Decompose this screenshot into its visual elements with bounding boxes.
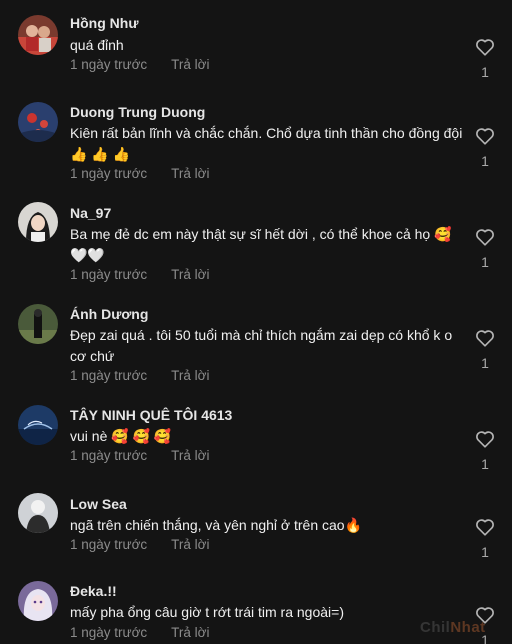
comment-time: 1 ngày trước [70, 267, 148, 282]
heart-icon[interactable] [475, 38, 495, 56]
reply-button[interactable]: Trả lời [171, 625, 209, 640]
comment-time: 1 ngày trước [70, 57, 148, 72]
comment-meta: 1 ngày trước Trả lời [70, 448, 210, 463]
like-count: 1 [481, 153, 489, 169]
like-count: 1 [481, 456, 489, 472]
avatar[interactable] [18, 202, 58, 242]
comment-time: 1 ngày trước [70, 625, 148, 640]
comment-username[interactable]: Na_97 [70, 205, 111, 221]
like-button[interactable]: 1 [472, 518, 498, 560]
reply-button[interactable]: Trả lời [171, 267, 209, 282]
avatar[interactable] [18, 102, 58, 142]
like-count: 1 [481, 355, 489, 371]
like-button[interactable]: 1 [472, 329, 498, 371]
comment-text: quá đỉnh [70, 37, 124, 53]
watermark: ChilNhat [420, 619, 486, 636]
reply-button[interactable]: Trả lời [171, 368, 209, 383]
reply-button[interactable]: Trả lời [171, 537, 209, 552]
avatar[interactable] [18, 581, 58, 621]
comment-time: 1 ngày trước [70, 448, 148, 463]
comment-username[interactable]: Low Sea [70, 496, 127, 512]
comments-panel: Hồng Như quá đỉnh 1 ngày trước Trả lời 1 … [0, 0, 512, 644]
heart-icon[interactable] [475, 228, 495, 246]
comment-time: 1 ngày trước [70, 537, 148, 552]
comment-meta: 1 ngày trước Trả lời [70, 57, 210, 72]
comment-time: 1 ngày trước [70, 166, 148, 181]
like-button[interactable]: 1 [472, 430, 498, 472]
comment-meta: 1 ngày trước Trả lời [70, 625, 210, 640]
like-count: 1 [481, 64, 489, 80]
comment-meta: 1 ngày trước Trả lời [70, 368, 210, 383]
heart-icon[interactable] [475, 329, 495, 347]
comment-text: vui nè 🥰 🥰 🥰 [70, 428, 172, 444]
comment-username[interactable]: Hồng Như [70, 15, 138, 31]
comment-time: 1 ngày trước [70, 368, 148, 383]
comment-text: mấy pha ổng câu giờ t rớt trái tim ra ng… [70, 604, 344, 620]
reply-button[interactable]: Trả lời [171, 57, 209, 72]
avatar[interactable] [18, 15, 58, 55]
like-count: 1 [481, 544, 489, 560]
comment-username[interactable]: Duong Trung Duong [70, 104, 205, 120]
avatar[interactable] [18, 405, 58, 445]
watermark-part2: Nhat [450, 619, 486, 636]
like-button[interactable]: 1 [472, 127, 498, 169]
watermark-part1: Chil [420, 619, 451, 636]
comment-text: Kiên rất bản lĩnh và chắc chắn. Chổ dựa … [70, 125, 463, 162]
reply-button[interactable]: Trả lời [171, 166, 209, 181]
comment-text: Đẹp zai quá . tôi 50 tuổi mà chỉ thích n… [70, 327, 453, 364]
like-button[interactable]: 1 [472, 38, 498, 80]
comment-username[interactable]: Đeka.!! [70, 583, 117, 599]
comment-username[interactable]: Ánh Dương [70, 306, 148, 322]
avatar[interactable] [18, 304, 58, 344]
comment-username[interactable]: TÂY NINH QUÊ TÔI 4613 [70, 407, 232, 423]
heart-icon[interactable] [475, 430, 495, 448]
avatar[interactable] [18, 493, 58, 533]
like-count: 1 [481, 254, 489, 270]
comment-text: ngã trên chiến thắng, và yên nghỉ ở trên… [70, 517, 363, 533]
heart-icon[interactable] [475, 127, 495, 145]
reply-button[interactable]: Trả lời [171, 448, 209, 463]
comment-text: Ba mẹ đẻ dc em này thật sự sĩ hết dời , … [70, 226, 452, 263]
comment-meta: 1 ngày trước Trả lời [70, 267, 210, 282]
comment-meta: 1 ngày trước Trả lời [70, 166, 210, 181]
like-button[interactable]: 1 [472, 228, 498, 270]
comment-meta: 1 ngày trước Trả lời [70, 537, 210, 552]
heart-icon[interactable] [475, 518, 495, 536]
